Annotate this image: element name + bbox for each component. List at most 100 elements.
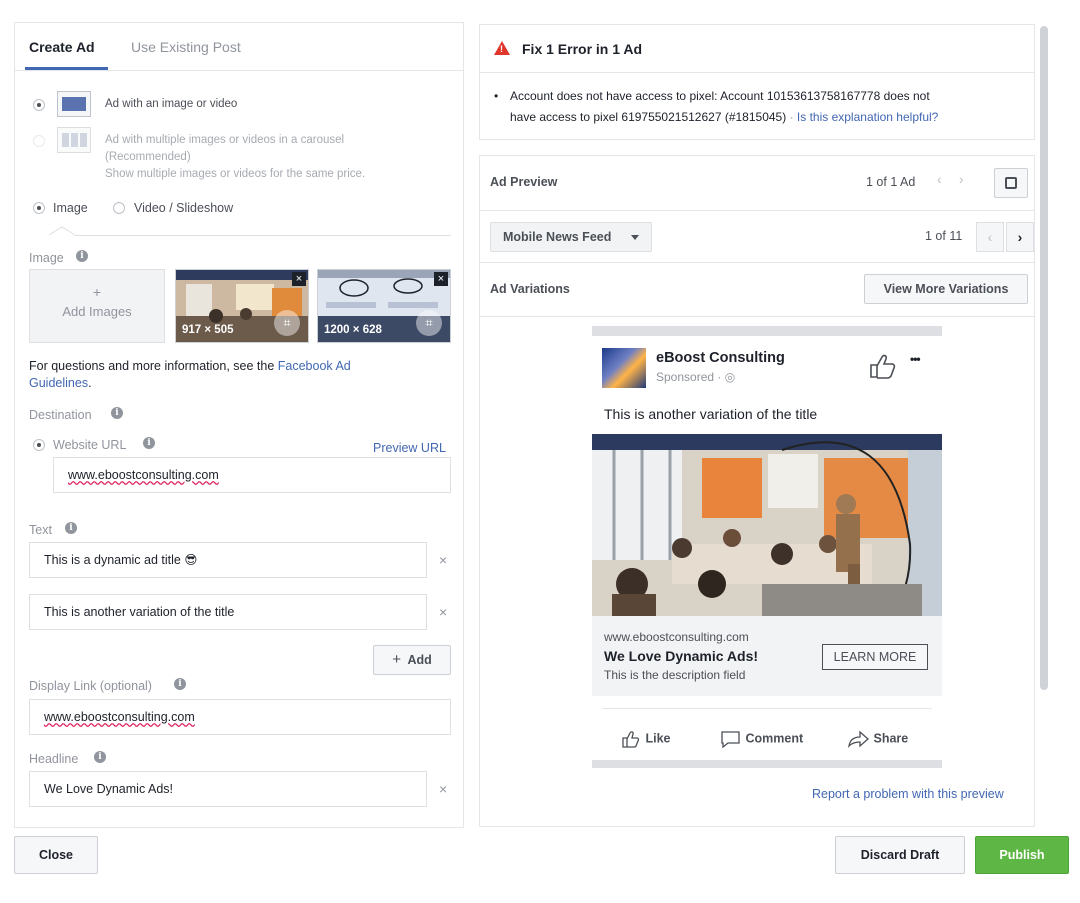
caret-down-icon [631,235,639,240]
guidelines-link[interactable]: Guidelines [29,376,88,390]
image-thumbnail-1[interactable]: 917 × 505 ⌗ × [175,269,309,343]
text-variation-1-input[interactable]: This is a dynamic ad title 😎 [29,542,427,578]
error-message-text: have access to pixel 619755021512627 (#1… [510,110,787,124]
sponsored-label: Sponsored · ◎ [656,370,735,384]
website-url-info-icon[interactable]: i [143,437,155,449]
error-panel: ! Fix 1 Error in 1 Ad • Account does not… [479,24,1035,140]
format-carousel-description: Show multiple images or videos for the s… [105,168,366,180]
create-ad-panel: Create Ad Use Existing Post Ad with an i… [14,22,464,828]
office-meeting-photo [592,434,942,616]
placement-value: Mobile News Feed [503,230,612,244]
explanation-helpful-link[interactable]: Is this explanation helpful? [797,110,938,124]
guidelines-intro: For questions and more information, see … [29,359,275,373]
remove-thumbnail-1-icon[interactable]: × [292,272,306,286]
display-link-label: Display Link (optional) [29,679,152,693]
website-url-input[interactable]: www.eboostconsulting.com [53,457,451,493]
carousel-format-icon [57,127,91,153]
media-video-radio[interactable] [113,202,125,214]
active-tab-indicator [25,67,108,70]
share-icon [848,730,869,748]
guidelines-period: . [88,376,92,390]
sponsored-text: Sponsored · [656,370,725,384]
plus-icon: + [92,284,102,300]
ad-image [592,434,942,616]
format-carousel-radio[interactable] [33,135,45,147]
view-more-variations-button[interactable]: View More Variations [864,274,1028,304]
headline-info-icon[interactable]: i [94,751,106,763]
close-button[interactable]: Close [14,836,98,874]
text-label: Text [29,523,52,537]
image-info-icon[interactable]: i [76,250,88,262]
remove-text-1-icon[interactable]: × [439,552,447,568]
tab-use-existing-post[interactable]: Use Existing Post [131,39,241,55]
chevron-right-icon[interactable]: › [959,171,964,187]
error-message-line-1: Account does not have access to pixel: A… [510,89,930,103]
headline-label: Headline [29,752,79,766]
thumbnail-2-size: 1200 × 628 [324,324,382,336]
single-image-format-icon [57,91,91,117]
plus-icon: + [392,651,401,668]
format-carousel-recommended: (Recommended) [105,151,191,163]
image-section-label: Image [29,251,64,265]
open-preview-external-button[interactable] [994,168,1028,198]
external-link-icon [1005,177,1017,189]
comment-action[interactable]: Comment [720,730,803,749]
error-header: ! Fix 1 Error in 1 Ad [480,25,1034,73]
media-image-radio[interactable] [33,202,45,214]
headline-input[interactable]: We Love Dynamic Ads! [29,771,427,807]
facebook-ad-link[interactable]: Facebook Ad [278,359,351,373]
destination-info-icon[interactable]: i [111,407,123,419]
format-carousel-label: Ad with multiple images or videos in a c… [105,134,345,146]
crop-icon[interactable]: ⌗ [416,310,442,336]
website-url-radio[interactable] [33,439,45,451]
preview-url-link[interactable]: Preview URL [373,441,446,455]
display-link-value: www.eboostconsulting.com [44,710,195,724]
link-url: www.eboostconsulting.com [604,630,749,644]
learn-more-button[interactable]: LEARN MORE [822,644,928,670]
link-card[interactable]: www.eboostconsulting.com We Love Dynamic… [592,616,942,696]
placement-dropdown[interactable]: Mobile News Feed [490,222,652,252]
display-link-info-icon[interactable]: i [174,678,186,690]
news-feed-post-preview: eBoost Consulting Sponsored · ◎ ••• This… [592,326,942,768]
report-problem-link[interactable]: Report a problem with this preview [812,787,1004,801]
page-name: eBoost Consulting [656,350,785,366]
error-title: Fix 1 Error in 1 Ad [522,41,643,57]
link-headline: We Love Dynamic Ads! [604,648,759,664]
thumbs-up-icon[interactable] [868,352,898,380]
publish-button[interactable]: Publish [975,836,1069,874]
website-url-label: Website URL [53,438,127,452]
crop-icon[interactable]: ⌗ [274,310,300,336]
like-action[interactable]: Like [622,730,671,748]
more-options-icon[interactable]: ••• [910,352,921,366]
preview-divider-2 [480,262,1034,263]
thumbnail-1-size: 917 × 505 [182,324,234,336]
placement-prev-button[interactable]: ‹ [976,222,1004,252]
media-image-label: Image [53,201,88,215]
display-link-input[interactable]: www.eboostconsulting.com [29,699,451,735]
text-info-icon[interactable]: i [65,522,77,534]
guidelines-line-2: Guidelines. [29,376,92,390]
remove-headline-icon[interactable]: × [439,781,447,797]
like-icon [622,731,640,748]
preview-scrollbar[interactable] [1040,26,1048,690]
website-url-value: www.eboostconsulting.com [68,468,219,482]
remove-text-2-icon[interactable]: × [439,604,447,620]
share-action[interactable]: Share [848,730,908,748]
ad-variations-label: Ad Variations [490,282,570,296]
add-text-label: Add [407,653,432,667]
add-text-button[interactable]: + Add [373,645,451,675]
footer-bar: Close Discard Draft Publish [0,828,1080,903]
placement-next-button[interactable]: › [1006,222,1034,252]
add-images-button[interactable]: + Add Images [29,269,165,343]
ad-preview-panel: Ad Preview 1 of 1 Ad ‹ › Mobile News Fee… [479,155,1035,827]
chevron-left-icon[interactable]: ‹ [937,171,942,187]
ad-count: 1 of 1 Ad [866,175,916,189]
image-thumbnail-2[interactable]: 1200 × 628 ⌗ × [317,269,451,343]
discard-draft-button[interactable]: Discard Draft [835,836,965,874]
format-single-radio[interactable] [33,99,45,111]
text-variation-2-input[interactable]: This is another variation of the title [29,594,427,630]
tab-create-ad[interactable]: Create Ad [29,39,95,55]
placement-count: 1 of 11 [925,229,963,243]
remove-thumbnail-2-icon[interactable]: × [434,272,448,286]
post-bottom-bar [592,760,942,768]
